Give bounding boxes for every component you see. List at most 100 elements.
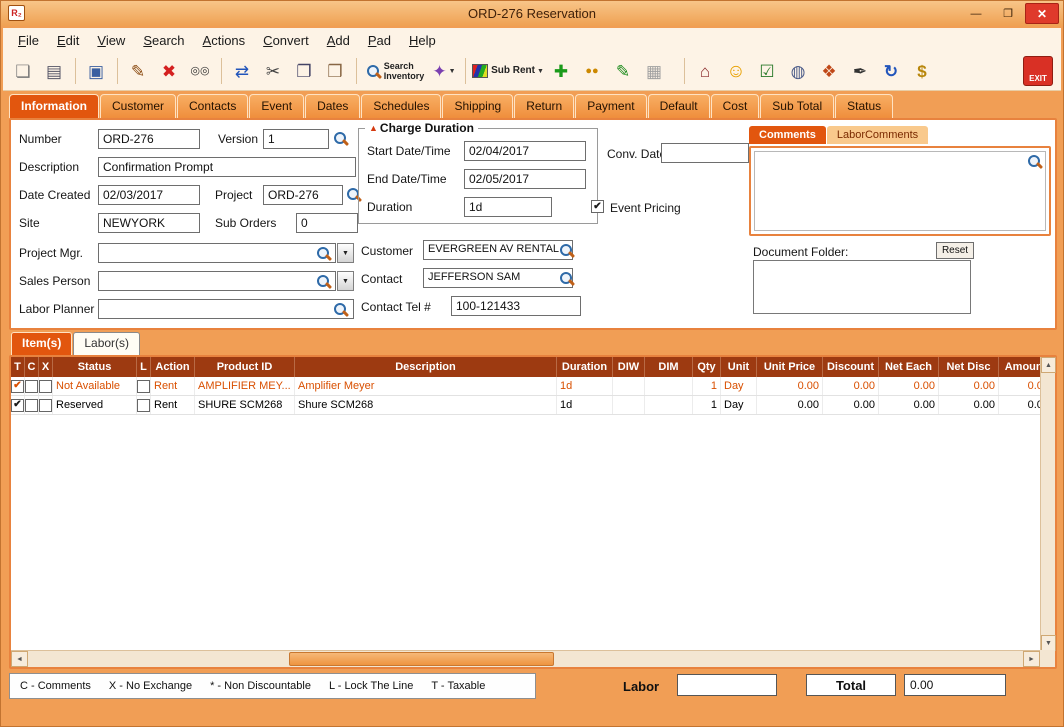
- tab-labor[interactable]: Labor(s): [73, 332, 140, 355]
- horizontal-scrollbar[interactable]: ◄ ►: [11, 650, 1040, 667]
- tab-subtotal[interactable]: Sub Total: [760, 94, 834, 118]
- menu-search[interactable]: Search: [134, 30, 193, 51]
- tab-status[interactable]: Status: [835, 94, 893, 118]
- feedback-button[interactable]: ☺: [721, 56, 751, 86]
- col-description[interactable]: Description: [295, 357, 557, 377]
- start-date-field[interactable]: 02/04/2017: [464, 141, 586, 161]
- availability-button[interactable]: ●●: [577, 56, 607, 86]
- labor-planner-search-icon[interactable]: [333, 302, 348, 317]
- sales-person-dropdown[interactable]: ▼: [337, 271, 354, 291]
- col-dim[interactable]: DIM: [645, 357, 693, 377]
- col-qty[interactable]: Qty: [693, 357, 721, 377]
- search-inventory-button[interactable]: Search Inventory: [362, 56, 428, 86]
- menu-pad[interactable]: Pad: [359, 30, 400, 51]
- tab-shipping[interactable]: Shipping: [442, 94, 513, 118]
- wizard-button[interactable]: ✦ ▼: [429, 56, 459, 86]
- tab-default[interactable]: Default: [648, 94, 710, 118]
- comments-search-icon[interactable]: [1027, 154, 1042, 169]
- tab-information[interactable]: Information: [9, 94, 99, 118]
- tab-payment[interactable]: Payment: [575, 94, 646, 118]
- menu-file[interactable]: File: [9, 30, 48, 51]
- tab-cost[interactable]: Cost: [711, 94, 760, 118]
- duration-field[interactable]: 1d: [464, 197, 552, 217]
- description-field[interactable]: Confirmation Prompt: [98, 157, 356, 177]
- refresh-button[interactable]: ↻: [876, 56, 906, 86]
- table-row[interactable]: ✔ Reserved Rent SHURE SCM268 Shure SCM26…: [11, 396, 1055, 415]
- edit-note-button[interactable]: ✎: [608, 56, 638, 86]
- print-button[interactable]: ▤: [39, 56, 69, 86]
- menu-edit[interactable]: Edit: [48, 30, 88, 51]
- tab-contacts[interactable]: Contacts: [177, 94, 248, 118]
- tab-customer[interactable]: Customer: [100, 94, 176, 118]
- col-t[interactable]: T: [11, 357, 25, 377]
- version-field[interactable]: 1: [263, 129, 329, 149]
- col-net-each[interactable]: Net Each: [879, 357, 939, 377]
- maximize-button[interactable]: ❐: [993, 3, 1023, 24]
- inventory-button[interactable]: ❖: [814, 56, 844, 86]
- notes-button[interactable]: ✒: [845, 56, 875, 86]
- table-row[interactable]: ✔ Not Available Rent AMPLIFIER MEY... Am…: [11, 377, 1055, 396]
- sales-person-search-icon[interactable]: [316, 274, 331, 289]
- menu-convert[interactable]: Convert: [254, 30, 318, 51]
- col-unit[interactable]: Unit: [721, 357, 757, 377]
- contact-tel-field[interactable]: 100-121433: [451, 296, 581, 316]
- contact-search-icon[interactable]: [559, 271, 574, 286]
- tab-dates[interactable]: Dates: [305, 94, 360, 118]
- comments-textarea[interactable]: [754, 151, 1046, 231]
- tab-comments[interactable]: Comments: [749, 126, 826, 144]
- date-created-field[interactable]: 02/03/2017: [98, 185, 200, 205]
- labor-planner-field[interactable]: [98, 299, 354, 319]
- col-action[interactable]: Action: [151, 357, 195, 377]
- vertical-scrollbar[interactable]: ▲ ▼: [1040, 357, 1055, 651]
- exit-button[interactable]: EXIT: [1023, 56, 1053, 86]
- project-mgr-field[interactable]: [98, 243, 336, 263]
- row-no-exchange-checkbox[interactable]: [39, 380, 52, 393]
- col-c[interactable]: C: [25, 357, 39, 377]
- col-diw[interactable]: DIW: [613, 357, 645, 377]
- copy-button[interactable]: ❐: [289, 56, 319, 86]
- cut-button[interactable]: ✂: [258, 56, 288, 86]
- reset-button[interactable]: Reset: [936, 242, 974, 259]
- customer-search-icon[interactable]: [559, 243, 574, 258]
- col-duration[interactable]: Duration: [557, 357, 613, 377]
- scroll-up-button[interactable]: ▲: [1041, 357, 1056, 373]
- number-field[interactable]: ORD-276: [98, 129, 200, 149]
- company-button[interactable]: ⌂: [690, 56, 720, 86]
- customer-field[interactable]: EVERGREEN AV RENTAL: [423, 240, 573, 260]
- money-button[interactable]: $: [907, 56, 937, 86]
- row-lock-checkbox[interactable]: [137, 399, 150, 412]
- sales-person-field[interactable]: [98, 271, 336, 291]
- project-mgr-search-icon[interactable]: [316, 246, 331, 261]
- scroll-right-button[interactable]: ►: [1023, 651, 1040, 667]
- row-select-checkbox[interactable]: ✔: [11, 399, 24, 412]
- menu-actions[interactable]: Actions: [194, 30, 255, 51]
- row-comments-checkbox[interactable]: [25, 380, 38, 393]
- scroll-left-button[interactable]: ◄: [11, 651, 28, 667]
- sub-orders-field[interactable]: 0: [296, 213, 358, 233]
- save-button[interactable]: ▣: [81, 56, 111, 86]
- project-mgr-dropdown[interactable]: ▼: [337, 243, 354, 263]
- edit-button[interactable]: ✎: [123, 56, 153, 86]
- event-pricing-checkbox[interactable]: ✔: [591, 200, 604, 213]
- tab-schedules[interactable]: Schedules: [361, 94, 441, 118]
- labor-total-field[interactable]: [677, 674, 777, 696]
- total-field[interactable]: 0.00: [904, 674, 1006, 696]
- menu-help[interactable]: Help: [400, 30, 445, 51]
- horizontal-scrollbar-thumb[interactable]: [289, 652, 554, 666]
- minimize-button[interactable]: —: [961, 3, 991, 24]
- find-button[interactable]: ◎◎: [185, 56, 215, 86]
- delete-button[interactable]: ✖: [154, 56, 184, 86]
- sub-rent-button[interactable]: Sub Rent ▼: [471, 56, 545, 86]
- end-date-field[interactable]: 02/05/2017: [464, 169, 586, 189]
- schedule-button[interactable]: ☑: [752, 56, 782, 86]
- row-select-checkbox[interactable]: ✔: [11, 380, 24, 393]
- menu-view[interactable]: View: [88, 30, 134, 51]
- version-search-icon[interactable]: [333, 131, 348, 146]
- col-status[interactable]: Status: [53, 357, 137, 377]
- conv-date-field[interactable]: [661, 143, 749, 163]
- contact-field[interactable]: JEFFERSON SAM: [423, 268, 573, 288]
- close-button[interactable]: ✕: [1025, 3, 1059, 24]
- paste-button[interactable]: ❒: [320, 56, 350, 86]
- add-item-button[interactable]: ✚: [546, 56, 576, 86]
- col-x[interactable]: X: [39, 357, 53, 377]
